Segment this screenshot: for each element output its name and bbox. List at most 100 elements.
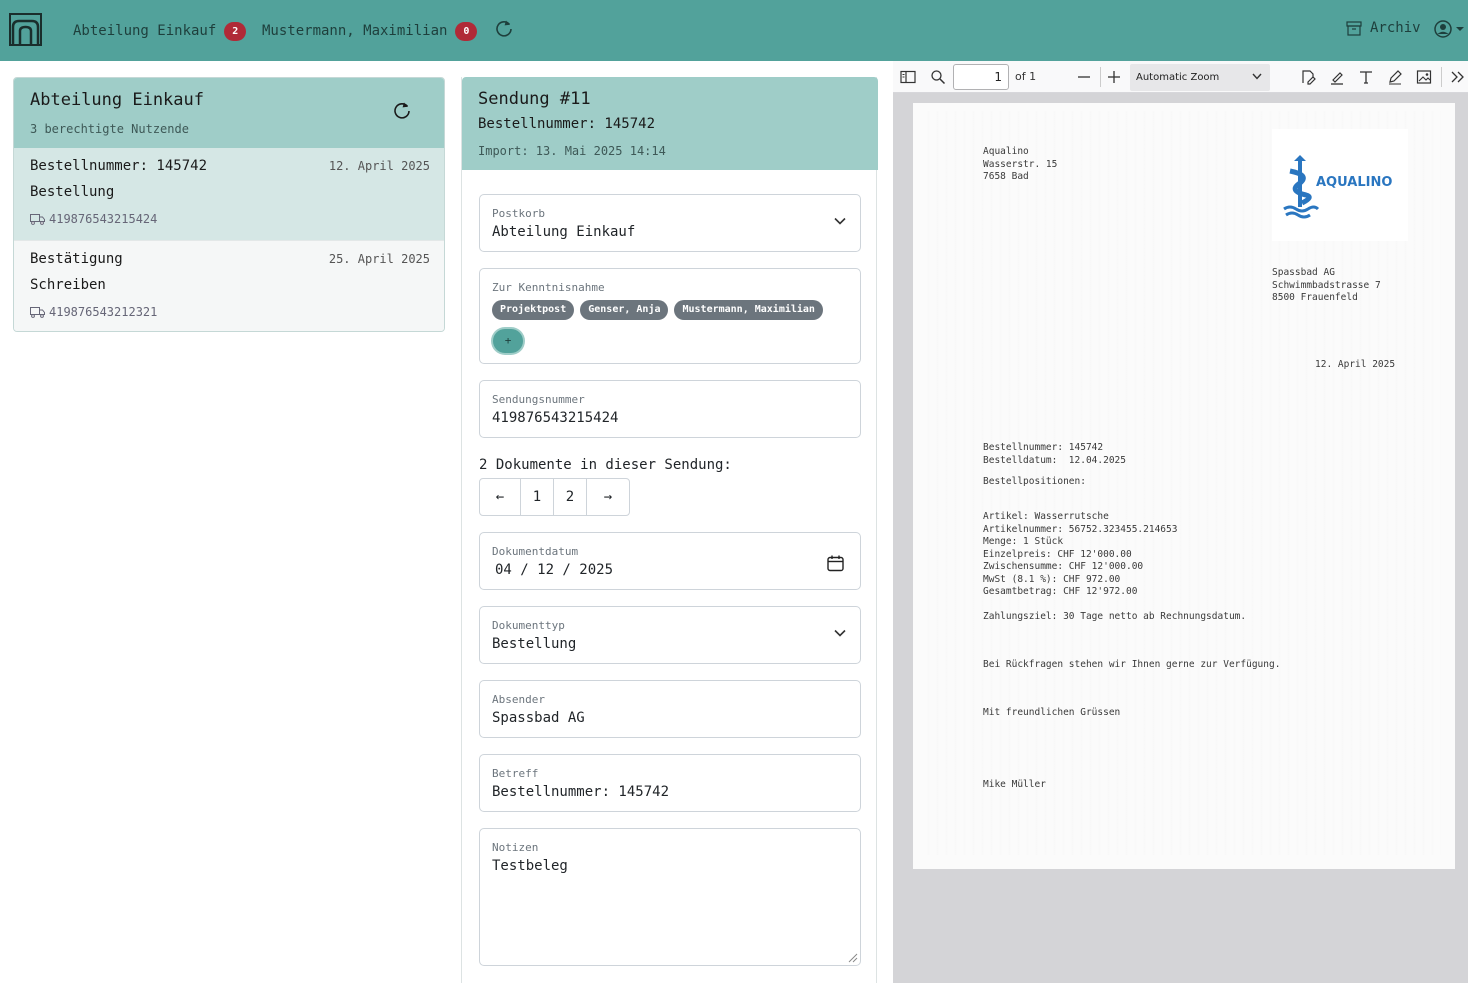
sendungsnummer-field[interactable]: Sendungsnummer 419876543215424 (479, 380, 861, 438)
pdf-viewer: 1 of 1 Automatic Zoom Aqualino Wasserstr… (893, 61, 1468, 983)
edit-form-icon[interactable] (1300, 69, 1316, 85)
page-number-input[interactable]: 1 (953, 64, 1009, 90)
text-tool-icon[interactable] (1358, 69, 1374, 85)
questions-note: Bei Rückfragen stehen wir Ihnen gerne zu… (983, 659, 1281, 670)
field-label: Sendungsnummer (492, 393, 585, 406)
inbox-subtitle: 3 berechtigte Nutzende (30, 122, 189, 136)
page-button-2[interactable]: 2 (554, 479, 587, 515)
item-type: Schreiben (30, 277, 106, 293)
archiv-label: Archiv (1370, 20, 1421, 36)
inbox-title: Abteilung Einkauf (30, 90, 204, 110)
highlight-icon[interactable] (1329, 69, 1345, 85)
item-type: Bestellung (30, 184, 115, 200)
field-label: Notizen (492, 841, 539, 854)
order-info: Bestellnummer: 145742 Bestelldatum: 12.0… (983, 442, 1126, 466)
postkorb-select[interactable]: Postkorb Abteilung Einkauf (479, 194, 861, 252)
field-label: Dokumentdatum (492, 545, 579, 558)
kenntnisnahme-field: Zur Kenntnisnahme Projektpost Genser, An… (479, 268, 861, 364)
dokumenttyp-select[interactable]: Dokumenttyp Bestellung (479, 606, 861, 664)
field-value: 419876543215424 (492, 410, 619, 426)
inbox-list-panel: Abteilung Einkauf 3 berechtigte Nutzende… (13, 77, 445, 332)
list-item[interactable]: Bestellnummer: 145742 12. April 2025 Bes… (14, 148, 444, 240)
item-title: Bestellnummer: 145742 (30, 158, 208, 174)
image-icon[interactable] (1416, 69, 1432, 85)
page-button-1[interactable]: 1 (521, 479, 554, 515)
user-circle-icon (1434, 20, 1452, 38)
item-date: 25. April 2025 (328, 252, 430, 266)
draw-icon[interactable] (1387, 69, 1403, 85)
count-badge: 0 (455, 21, 478, 41)
field-label: Betreff (492, 767, 539, 780)
field-value: 04 / 12 / 2025 (495, 562, 614, 578)
tracking-number: 419876543215424 (49, 212, 158, 226)
user-menu[interactable] (1434, 20, 1466, 38)
import-timestamp: Import: 13. Mai 2025 14:14 (478, 144, 666, 158)
chevron-down-icon (834, 217, 846, 225)
chevron-down-icon (1252, 73, 1262, 80)
field-value: Abteilung Einkauf (492, 224, 636, 240)
count-badge: 2 (224, 21, 247, 41)
truck-icon (30, 306, 45, 318)
zoom-out-icon[interactable] (1076, 69, 1092, 85)
field-value: Spassbad AG (492, 710, 585, 726)
recipient-address: Spassbad AG Schwimmbadstrasse 7 8500 Fra… (1272, 267, 1381, 303)
zoom-in-icon[interactable] (1106, 69, 1122, 85)
tracking-number: 419876543212321 (49, 305, 158, 319)
recipient-pill[interactable]: Mustermann, Maximilian (674, 300, 823, 320)
truck-icon (30, 213, 45, 225)
nav-item-user[interactable]: Mustermann, Maximilian 0 (262, 20, 478, 42)
shipment-title: Sendung #11 (478, 89, 591, 109)
chevron-down-icon (834, 629, 846, 637)
search-icon[interactable] (930, 69, 946, 85)
page-count-label: of 1 (1015, 70, 1037, 83)
document-pager: ← 1 2 → (479, 478, 630, 516)
positions-header: Bestellpositionen: (983, 476, 1086, 487)
field-label: Zur Kenntnisnahme (492, 281, 605, 294)
signature: Mike Müller (983, 779, 1046, 790)
notizen-textarea[interactable]: Notizen Testbeleg (479, 828, 861, 966)
aqualino-logo: AQUALINO (1272, 129, 1408, 241)
item-tracking: 419876543215424 (30, 212, 157, 226)
toolbar-separator (1100, 67, 1101, 87)
list-item[interactable]: Bestätigung 25. April 2025 Schreiben 419… (14, 240, 444, 331)
zoom-value: Automatic Zoom (1136, 72, 1220, 83)
nav-item-abteilung[interactable]: Abteilung Einkauf 2 (73, 20, 247, 42)
field-value: Bestellung (492, 636, 577, 652)
logo-wordmark: AQUALINO (1316, 175, 1393, 190)
betreff-field[interactable]: Betreff Bestellnummer: 145742 (479, 754, 861, 812)
caret-down-icon (1456, 27, 1464, 31)
zoom-select[interactable]: Automatic Zoom (1130, 64, 1270, 91)
top-navbar: Abteilung Einkauf 2 Mustermann, Maximili… (0, 0, 1468, 61)
sender-address: Aqualino Wasserstr. 15 7658 Bad (983, 146, 1058, 182)
resize-handle-icon[interactable] (848, 953, 858, 963)
documents-count-label: 2 Dokumente in dieser Sendung: (479, 457, 732, 473)
archiv-link[interactable]: Archiv (1346, 20, 1421, 36)
order-positions: Artikel: Wasserrutsche Artikelnummer: 56… (983, 511, 1178, 597)
prev-page-button[interactable]: ← (480, 479, 521, 515)
next-page-button[interactable]: → (587, 479, 629, 515)
dokumentdatum-field[interactable]: Dokumentdatum 04 / 12 / 2025 (479, 532, 861, 590)
refresh-icon[interactable] (392, 100, 412, 120)
field-value: Bestellnummer: 145742 (492, 784, 670, 800)
add-recipient-button[interactable]: + (493, 329, 523, 353)
archive-icon (1346, 20, 1362, 36)
item-title: Bestätigung (30, 251, 123, 267)
sidebar-toggle-icon[interactable] (900, 69, 916, 85)
app-logo-icon[interactable] (9, 13, 42, 46)
double-chevron-right-icon[interactable] (1449, 69, 1465, 85)
field-label: Absender (492, 693, 545, 706)
recipient-pill[interactable]: Projektpost (492, 300, 575, 320)
greeting: Mit freundlichen Grüssen (983, 707, 1121, 718)
calendar-icon[interactable] (827, 555, 844, 572)
pdf-toolbar: 1 of 1 Automatic Zoom (893, 61, 1468, 93)
field-label: Postkorb (492, 207, 545, 220)
inbox-header: Abteilung Einkauf 3 berechtigte Nutzende (14, 78, 444, 148)
item-date: 12. April 2025 (328, 159, 430, 173)
nav-item-label: Abteilung Einkauf (73, 23, 217, 39)
refresh-icon[interactable] (494, 18, 514, 38)
recipient-pill[interactable]: Genser, Anja (580, 300, 669, 320)
payment-terms: Zahlungsziel: 30 Tage netto ab Rechnungs… (983, 611, 1247, 622)
absender-field[interactable]: Absender Spassbad AG (479, 680, 861, 738)
caduceus-logo-icon (1283, 155, 1320, 219)
shipment-subtitle: Bestellnummer: 145742 (478, 116, 656, 132)
